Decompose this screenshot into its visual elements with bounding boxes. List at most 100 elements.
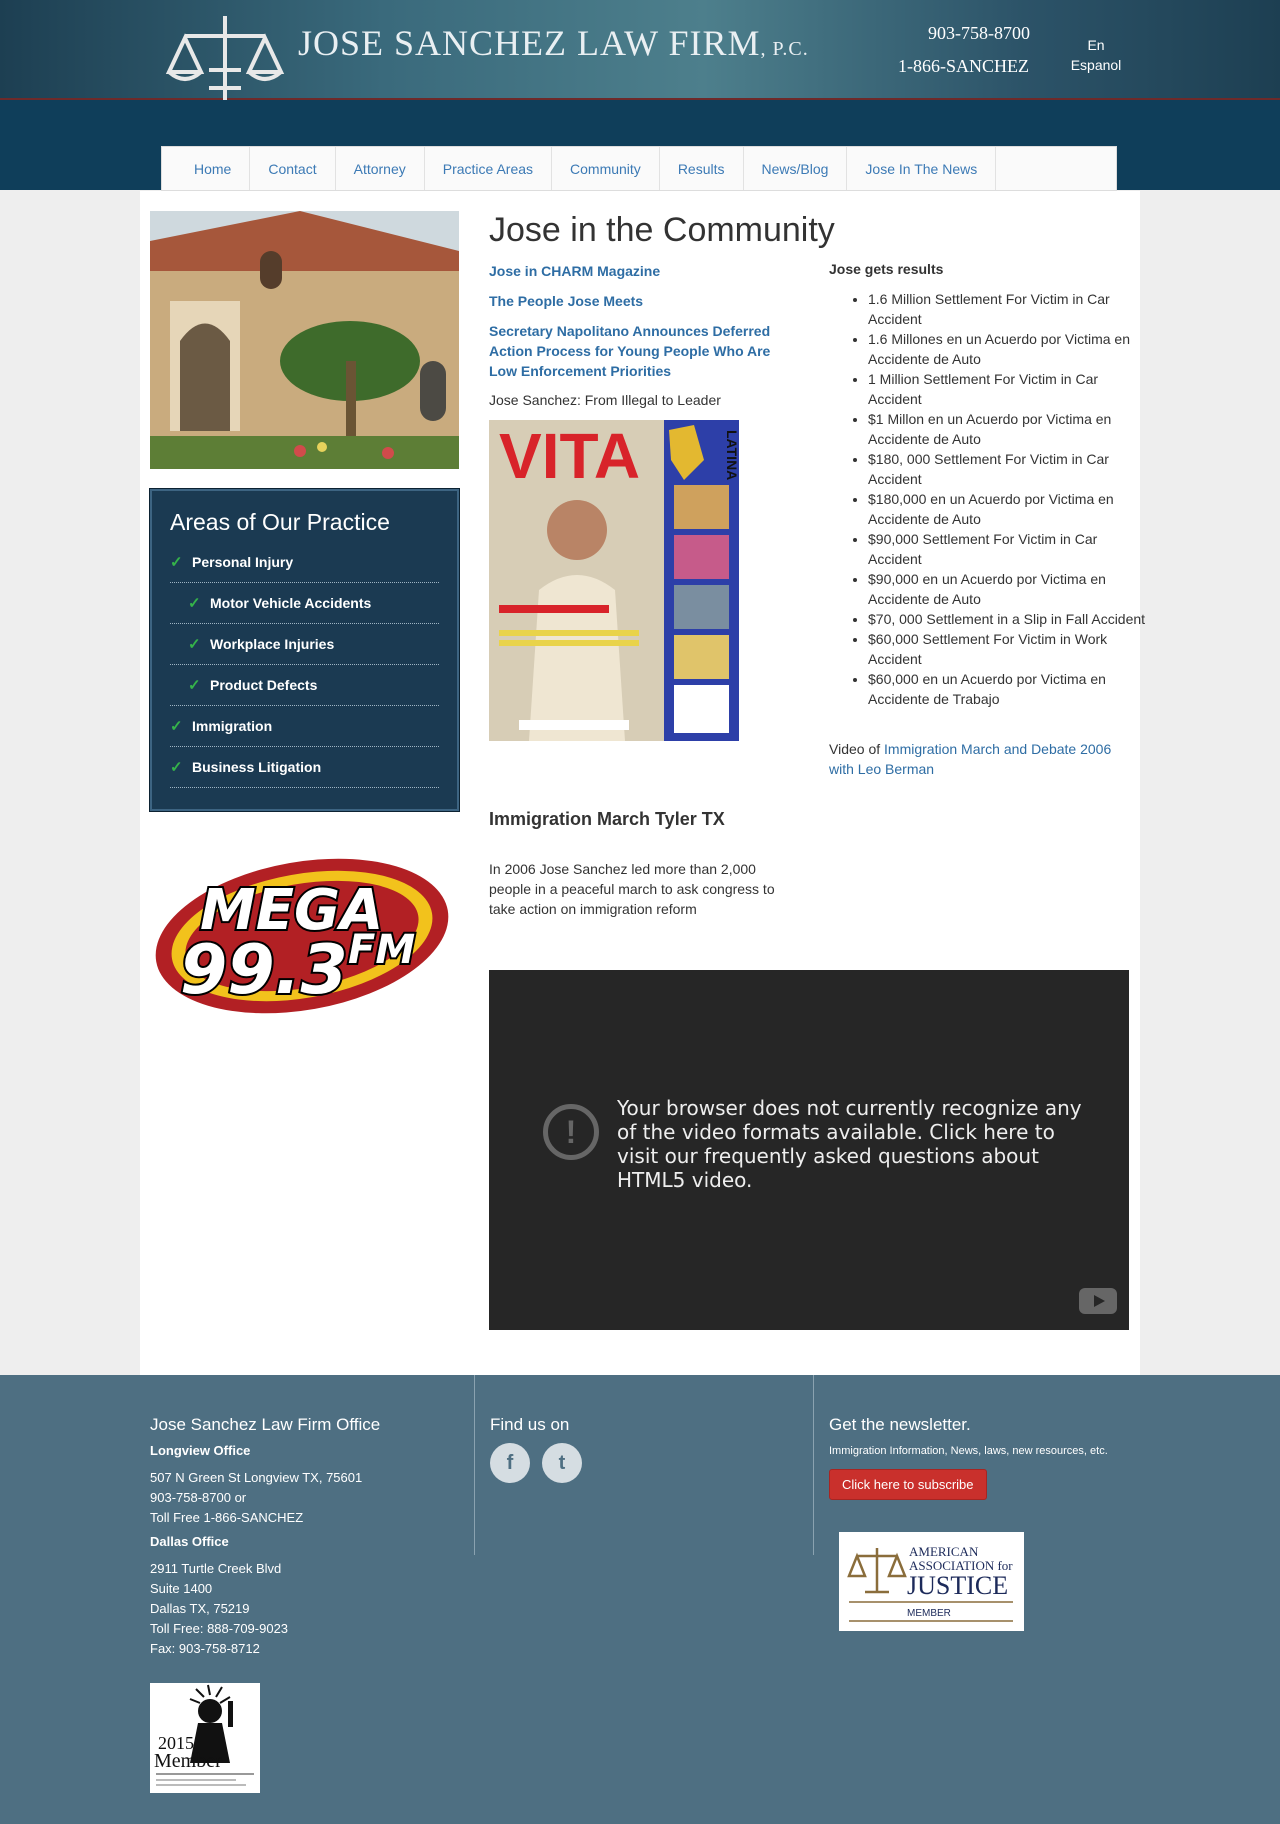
area-workplace-injuries[interactable]: ✓ Workplace Injuries [170,624,439,665]
link-people-jose-meets[interactable]: The People Jose Meets [489,291,789,311]
result-item: 1 Million Settlement For Victim in Car A… [868,369,1148,409]
warning-icon: ! [543,1104,599,1160]
nav-jose-in-the-news[interactable]: Jose In The News [847,147,997,190]
nav-home[interactable]: Home [162,147,251,190]
brand-name[interactable]: JOSE SANCHEZ LAW FIRM, P.C. [298,22,809,64]
main-nav: Home Contact Attorney Practice Areas Com… [161,146,1117,191]
result-item: $70, 000 Settlement in a Slip in Fall Ac… [868,609,1148,629]
subscribe-button[interactable]: Click here to subscribe [829,1469,987,1500]
video-player[interactable]: ! Your browser does not currently recogn… [489,970,1129,1330]
nav-practice-areas[interactable]: Practice Areas [425,147,553,190]
address-line: 2911 Turtle Creek Blvd [150,1561,282,1576]
check-icon: ✓ [188,677,201,694]
practice-areas-panel: Areas of Our Practice ✓ Personal Injury ✓… [150,489,459,811]
result-item: $90,000 en un Acuerdo por Victima en Acc… [868,569,1148,609]
practice-areas-title: Areas of Our Practice [170,509,390,535]
vita-latina-magazine-cover[interactable]: VITA LATINA [489,420,739,741]
page-title: Jose in the Community [489,211,835,249]
results-list: 1.6 Million Settlement For Victim in Car… [868,289,1148,709]
phone-toll-free[interactable]: 1-866-SANCHEZ [898,56,1029,77]
mega-radio-logo[interactable]: MEGA 99.3 FM [150,851,455,1021]
check-icon: ✓ [188,636,201,653]
brand-text: JOSE SANCHEZ LAW FIRM [298,23,761,63]
office-title: Jose Sanchez Law Firm Office [150,1415,381,1434]
footer-divider [474,1375,475,1555]
nav-community[interactable]: Community [552,147,660,190]
area-label: Workplace Injuries [210,636,335,652]
area-product-defects[interactable]: ✓ Product Defects [170,665,439,706]
nav-attorney[interactable]: Attorney [336,147,425,190]
area-immigration[interactable]: ✓ Immigration [170,706,439,747]
aila-member-label: Member [154,1750,222,1772]
address-line: 903-758-8700 or [150,1490,247,1505]
check-icon: ✓ [188,595,201,612]
result-item: $90,000 Settlement For Victim in Car Acc… [868,529,1148,569]
magazine-subtitle: LATINA [724,430,739,480]
nav-news-blog[interactable]: News/Blog [744,147,848,190]
video-error-message: Your browser does not currently recogniz… [617,1096,1087,1192]
area-motor-vehicle-accidents[interactable]: ✓ Motor Vehicle Accidents [170,583,439,624]
aaj-member-badge[interactable]: AMERICAN ASSOCIATION for JUSTICE MEMBER [839,1532,1024,1631]
dallas-office-title: Dallas Office [150,1534,229,1549]
phone-local[interactable]: 903-758-8700 [928,23,1030,44]
footer-newsletter-column: Get the newsletter. Immigration Informat… [829,1415,1129,1500]
check-icon: ✓ [170,759,183,776]
magazine-title: VITA [499,420,640,492]
link-napolitano-deferred-action[interactable]: Secretary Napolitano Announces Deferred … [489,321,789,381]
social-links: f t [490,1443,790,1483]
address-line: Dallas TX, 75219 [150,1601,250,1616]
result-item: $180, 000 Settlement For Victim in Car A… [868,449,1148,489]
facebook-icon[interactable]: f [490,1443,530,1483]
result-item: $60,000 Settlement For Victim in Work Ac… [868,629,1148,669]
result-item: 1.6 Million Settlement For Victim in Car… [868,289,1148,329]
youtube-icon[interactable] [1079,1288,1117,1314]
find-us-title: Find us on [490,1415,570,1434]
video-of-prefix: Video of [829,741,885,757]
aaj-member-label: MEMBER [907,1608,951,1619]
area-personal-injury[interactable]: ✓ Personal Injury [170,542,439,583]
longview-address: 507 N Green St Longview TX, 75601 903-75… [150,1468,450,1528]
language-switch[interactable]: En Espanol [1068,35,1124,75]
newsletter-description: Immigration Information, News, laws, new… [829,1445,1108,1457]
site-header: S JOSE SANCHEZ LAW FIRM, P.C. 903-758-87… [0,0,1280,142]
dallas-address: 2911 Turtle Creek Blvd Suite 1400 Dallas… [150,1559,450,1659]
area-label: Business Litigation [192,759,322,775]
aila-2015-member-badge[interactable]: 2015 Member [150,1683,260,1793]
result-item: $1 Millon en un Acuerdo por Victima en A… [868,409,1148,449]
twitter-icon[interactable]: t [542,1443,582,1483]
address-line: Suite 1400 [150,1581,213,1596]
aaj-logo: AMERICAN ASSOCIATION for JUSTICE MEMBER [847,1544,1013,1622]
result-item: $180,000 en un Acuerdo por Victima en Ac… [868,489,1148,529]
footer-divider [813,1375,814,1555]
area-label: Motor Vehicle Accidents [210,595,372,611]
mega-fm: FM [348,927,415,973]
site-footer: Jose Sanchez Law Firm Office Longview Of… [0,1375,1280,1824]
result-item: 1.6 Millones en un Acuerdo por Victima e… [868,329,1148,369]
mega-frequency: 99.3 [180,931,348,1010]
address-line: Toll Free: 888-709-9023 [150,1621,289,1636]
footer-office-column: Jose Sanchez Law Firm Office Longview Of… [150,1415,450,1663]
nav-contact[interactable]: Contact [250,147,336,190]
area-label: Personal Injury [192,554,294,570]
link-charm-magazine[interactable]: Jose in CHARM Magazine [489,261,789,281]
check-icon: ✓ [170,554,183,571]
lang-line-1: En [1087,37,1105,53]
aaj-line-3: JUSTICE [907,1571,1008,1600]
aaj-line-1: AMERICAN [909,1544,979,1559]
address-line: Fax: 903-758-8712 [150,1641,260,1656]
nav-results[interactable]: Results [660,147,744,190]
area-business-litigation[interactable]: ✓ Business Litigation [170,747,439,788]
office-building-image [150,211,459,469]
address-line: Toll Free 1-866-SANCHEZ [150,1510,304,1525]
result-item: $60,000 en un Acuerdo por Victima en Acc… [868,669,1148,709]
magazine-caption: Jose Sanchez: From Illegal to Leader [489,392,721,408]
area-label: Immigration [192,718,273,734]
lang-line-2: Espanol [1070,57,1122,73]
area-label: Product Defects [210,677,318,693]
footer-social-column: Find us on f t [490,1415,790,1483]
video-of-line: Video of Immigration March and Debate 20… [829,739,1129,779]
immigration-march-text: In 2006 Jose Sanchez led more than 2,000… [489,861,775,917]
brand-suffix: P.C. [772,38,809,60]
address-line: 507 N Green St Longview TX, 75601 [150,1470,363,1485]
content-container: Areas of Our Practice ✓ Personal Injury ✓… [140,191,1145,1375]
